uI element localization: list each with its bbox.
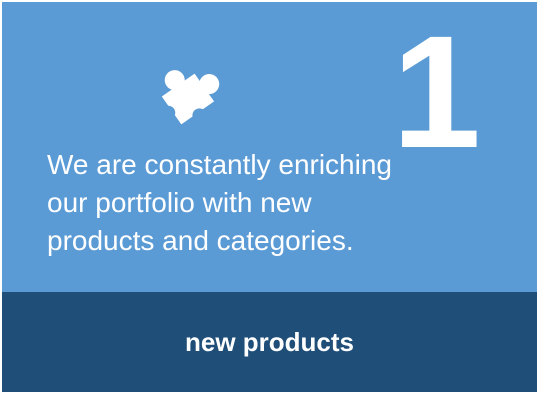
card-description: We are constantly enriching our portfoli…: [47, 149, 392, 256]
new-products-link[interactable]: new products: [2, 292, 537, 392]
feature-card: 1 We are constantly enriching our portfo…: [0, 0, 539, 394]
puzzle-piece-icon: [161, 70, 220, 125]
